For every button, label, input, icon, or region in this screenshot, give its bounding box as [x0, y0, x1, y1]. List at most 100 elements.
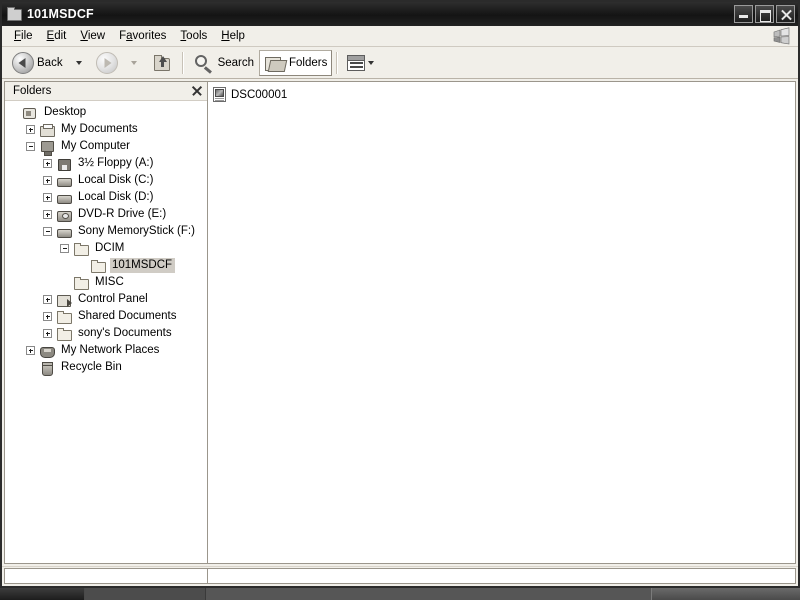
tree-item[interactable]: DVD-R Drive (E:): [5, 206, 207, 223]
expand-icon[interactable]: [43, 176, 52, 185]
hard-disk-icon: [56, 191, 72, 205]
maximize-button[interactable]: [755, 5, 774, 23]
menu-help[interactable]: Help: [214, 28, 252, 44]
expand-icon[interactable]: [26, 346, 35, 355]
close-button[interactable]: [776, 5, 795, 23]
tree-item[interactable]: MISC: [5, 274, 207, 291]
menu-tools[interactable]: Tools: [173, 28, 214, 44]
folders-icon: [264, 53, 288, 73]
removable-disk-icon: [56, 225, 72, 239]
explorer-window: 101MSDCF File Edit View Favorites Tools …: [0, 0, 800, 588]
status-bar-right: [207, 568, 796, 584]
toolbar-separator: [336, 51, 339, 74]
expand-icon[interactable]: [43, 312, 52, 321]
folders-pane-header: Folders: [5, 82, 207, 101]
tree-item-label: 101MSDCF: [110, 258, 176, 273]
folders-pane-title: Folders: [13, 85, 52, 97]
desktop-icon: [22, 106, 38, 120]
tree-item-label: Sony MemoryStick (F:): [78, 225, 195, 237]
collapse-icon[interactable]: [60, 244, 69, 253]
tree-item-label: Local Disk (D:): [78, 191, 154, 203]
folders-button[interactable]: Folders: [259, 49, 333, 76]
tree-item-label: Local Disk (C:): [78, 174, 154, 186]
folder-tree[interactable]: Desktop My Documents My Computer 3½ Floppy …: [5, 101, 207, 563]
search-button[interactable]: Search: [188, 50, 259, 76]
tree-item[interactable]: 3½ Floppy (A:): [5, 155, 207, 172]
expand-icon[interactable]: [43, 295, 52, 304]
tree-item[interactable]: Desktop: [5, 104, 207, 121]
tree-item-label: Shared Documents: [78, 310, 177, 322]
chevron-down-icon: [368, 60, 375, 65]
back-history-dropdown[interactable]: [68, 50, 91, 76]
collapse-icon[interactable]: [43, 227, 52, 236]
chevron-down-icon: [75, 60, 82, 65]
back-button[interactable]: Back: [7, 50, 68, 76]
minimize-button[interactable]: [734, 5, 753, 23]
start-button[interactable]: [0, 588, 85, 600]
search-button-label: Search: [217, 56, 255, 69]
forward-history-dropdown[interactable]: [123, 50, 146, 76]
menu-file[interactable]: File: [7, 28, 40, 44]
toolbar-separator: [181, 51, 184, 74]
tree-item[interactable]: My Documents: [5, 121, 207, 138]
tree-item[interactable]: My Computer: [5, 138, 207, 156]
expand-icon[interactable]: [43, 193, 52, 202]
tree-item-label: Recycle Bin: [61, 361, 122, 373]
folder-icon: [56, 310, 72, 324]
back-button-label: Back: [37, 56, 63, 69]
windows-flag-icon: [773, 27, 790, 45]
file-list-pane[interactable]: DSC00001: [207, 81, 796, 564]
expand-icon[interactable]: [43, 159, 52, 168]
image-file-icon: [212, 87, 228, 102]
collapse-icon[interactable]: [26, 142, 35, 151]
menu-edit[interactable]: Edit: [40, 28, 74, 44]
views-button[interactable]: [342, 50, 383, 76]
tree-item[interactable]: Local Disk (D:): [5, 189, 207, 206]
tree-item[interactable]: Control Panel: [5, 291, 207, 308]
tree-item[interactable]: Local Disk (C:): [5, 172, 207, 189]
tree-item[interactable]: DCIM: [5, 240, 207, 257]
hard-disk-icon: [56, 174, 72, 188]
tree-item-label: DVD-R Drive (E:): [78, 208, 167, 220]
recycle-bin-icon: [39, 361, 55, 376]
my-computer-icon: [39, 140, 55, 156]
tree-item-label: My Computer: [61, 140, 131, 152]
tree-item[interactable]: Recycle Bin: [5, 359, 207, 376]
taskbar-buttons[interactable]: [206, 588, 651, 600]
tree-item[interactable]: Sony MemoryStick (F:): [5, 223, 207, 240]
up-folder-icon: [151, 52, 173, 74]
expand-icon[interactable]: [43, 210, 52, 219]
content-area: Folders Desktop My Documents My Computer 3½…: [2, 79, 798, 566]
file-list-item[interactable]: DSC00001: [212, 86, 362, 103]
menu-bar: File Edit View Favorites Tools Help: [2, 26, 798, 47]
tree-item[interactable]: sony's Documents: [5, 325, 207, 342]
tree-item-label: 3½ Floppy (A:): [78, 157, 154, 169]
tree-item-label: My Documents: [61, 123, 138, 135]
tree-item[interactable]: Shared Documents: [5, 308, 207, 325]
folder-icon: [56, 327, 72, 341]
network-icon: [39, 344, 55, 358]
title-bar[interactable]: 101MSDCF: [2, 2, 798, 26]
tree-item[interactable]: My Network Places: [5, 342, 207, 359]
up-button[interactable]: [146, 50, 178, 76]
tree-item-label: DCIM: [95, 242, 125, 254]
tree-item[interactable]: 101MSDCF: [5, 257, 207, 274]
folder-open-icon: [6, 6, 22, 22]
menu-view[interactable]: View: [73, 28, 112, 44]
magnifier-icon: [193, 52, 215, 74]
quick-launch-bar[interactable]: [85, 588, 206, 600]
tree-item-label: My Network Places: [61, 344, 160, 356]
forward-button[interactable]: [91, 50, 123, 76]
status-bar-left: [4, 568, 207, 584]
folder-icon: [73, 276, 89, 290]
my-documents-icon: [39, 123, 55, 137]
expand-icon[interactable]: [26, 125, 35, 134]
menu-favorites[interactable]: Favorites: [112, 28, 173, 44]
expand-icon[interactable]: [43, 329, 52, 338]
close-icon[interactable]: [190, 84, 204, 98]
file-list-item-label: DSC00001: [231, 88, 288, 101]
tree-item-label: sony's Documents: [78, 327, 172, 339]
window-controls: [734, 5, 796, 23]
system-tray[interactable]: [651, 588, 800, 600]
status-bar: [2, 566, 798, 586]
